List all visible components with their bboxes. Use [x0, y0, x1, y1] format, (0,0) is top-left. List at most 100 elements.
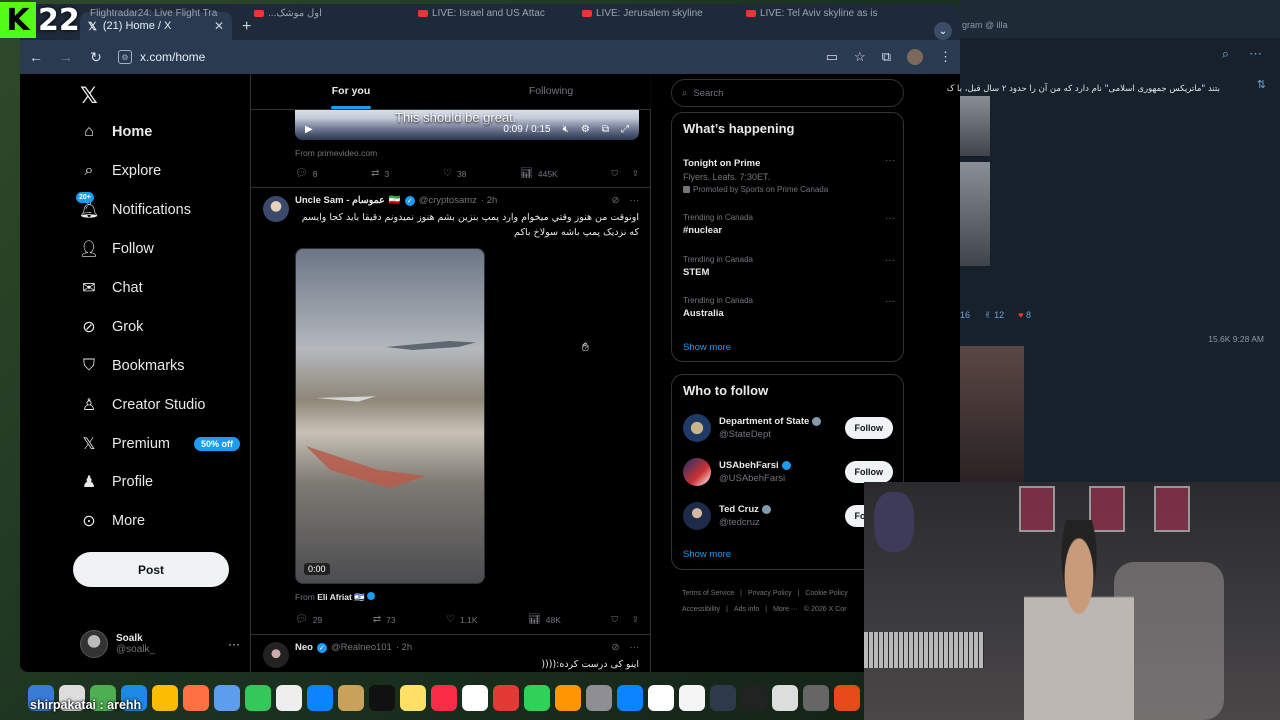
browser-menu-icon[interactable]: ⋮	[939, 49, 952, 65]
pip-icon[interactable]: ⧉	[602, 124, 609, 135]
chrome-icon[interactable]	[152, 685, 178, 711]
background-tab[interactable]: Flightradar24: Live Flight Tra	[90, 8, 240, 19]
app-icon[interactable]	[710, 685, 736, 711]
message-image[interactable]	[960, 162, 990, 266]
message-image[interactable]	[960, 346, 1024, 482]
footer-link[interactable]: Terms of Service	[682, 590, 734, 597]
tab-following[interactable]: Following	[451, 74, 651, 109]
settings-gear-icon[interactable]	[586, 685, 612, 711]
filter-icon[interactable]: ⇅	[1257, 78, 1266, 91]
video-source[interactable]: From primevideo.com	[295, 148, 377, 158]
app-icon[interactable]	[307, 685, 333, 711]
author-handle[interactable]: @Realneo101	[331, 642, 392, 653]
garageband-icon[interactable]	[834, 685, 860, 711]
more-options-icon[interactable]: ···	[885, 155, 895, 166]
calendar-icon[interactable]	[462, 685, 488, 711]
video-player[interactable]: This should be great. ▶ 0:09 / 0:15 🔇︎ ⚙…	[295, 110, 639, 140]
reload-button[interactable]: ↻	[88, 49, 104, 66]
more-options-icon[interactable]: ···	[885, 255, 895, 266]
app-icon[interactable]	[803, 685, 829, 711]
app-icon[interactable]	[741, 685, 767, 711]
nav-home[interactable]: ⌂ Home	[80, 120, 152, 144]
fullscreen-icon[interactable]: ⤢	[621, 124, 629, 135]
background-tab[interactable]: ...ﺍﻭﻝ ﻣﻮﺷﮏ	[254, 8, 404, 19]
more-options-icon[interactable]: ···	[228, 637, 240, 651]
site-info-icon[interactable]: ⚙	[118, 50, 132, 64]
more-options-icon[interactable]: ···	[885, 296, 895, 307]
forward-button[interactable]: →	[58, 49, 74, 65]
play-icon[interactable]: ▶	[305, 124, 313, 135]
nav-premium[interactable]: 𝕏 Premium 50% off	[80, 432, 241, 456]
views-button[interactable]: 📊︎ 445K	[520, 168, 558, 179]
footer-link[interactable]: Cookie Policy	[805, 590, 847, 597]
pages-icon[interactable]	[555, 685, 581, 711]
notes-icon[interactable]	[400, 685, 426, 711]
calendar-icon[interactable]	[679, 685, 705, 711]
search-input[interactable]: ⌕ Search	[671, 79, 904, 107]
author-name[interactable]: Neo	[295, 642, 313, 653]
search-icon[interactable]: ⌕	[1222, 46, 1229, 62]
author-name[interactable]: Uncle Sam - ﻋﻤﻮﺳﺎﻡ	[295, 195, 385, 206]
share-icon[interactable]: ⇪	[632, 168, 639, 179]
numbers-icon[interactable]	[524, 685, 550, 711]
back-button[interactable]: ←	[28, 49, 44, 65]
nav-creator-studio[interactable]: ♙ Creator Studio	[80, 393, 206, 417]
footer-link[interactable]: Accessibility	[682, 606, 720, 613]
bookmark-icon[interactable]: ⛉	[611, 614, 617, 625]
facetime-icon[interactable]	[245, 685, 271, 711]
follow-suggestion[interactable]: USAbehFarsi @USAbehFarsi Follow	[683, 457, 893, 487]
nav-explore[interactable]: ⌕ Explore	[80, 159, 162, 183]
tab-search-button[interactable]: ⌄	[934, 22, 952, 40]
tab-for-you[interactable]: For you	[251, 74, 451, 109]
x-logo-icon[interactable]: 𝕏	[80, 84, 98, 109]
author-handle[interactable]: @cryptosamz	[419, 195, 477, 206]
video-source[interactable]: From Eli Afriat 🇮🇱	[295, 592, 376, 603]
follow-suggestion[interactable]: Department of State @StateDept Follow	[683, 413, 893, 443]
follow-button[interactable]: Follow	[844, 461, 893, 483]
more-options-icon[interactable]: ···	[885, 213, 895, 224]
show-more-link[interactable]: Show more	[683, 342, 731, 353]
repost-button[interactable]: ⇄ 3	[371, 168, 389, 179]
profile-avatar-icon[interactable]	[907, 49, 923, 65]
bookmark-icon[interactable]: ⛉	[611, 168, 617, 179]
nav-follow[interactable]: 👤︎ Follow	[79, 237, 154, 261]
footer-link[interactable]: More ···	[773, 606, 798, 613]
news-icon[interactable]	[493, 685, 519, 711]
contacts-icon[interactable]	[276, 685, 302, 711]
post-button[interactable]: Post	[73, 552, 229, 587]
more-options-icon[interactable]: ⋯	[1249, 46, 1262, 62]
reaction-count[interactable]: 16	[960, 310, 970, 321]
mute-icon[interactable]: 🔇︎	[563, 124, 569, 135]
account-switcher[interactable]: Soalk @soalk_ ···	[80, 630, 240, 658]
nav-chat[interactable]: ✉ Chat	[80, 276, 142, 300]
background-tab[interactable]: LIVE: Tel Aviv skyline as is	[746, 8, 896, 19]
address-bar[interactable]: ⚙ x.com/home	[118, 45, 812, 69]
trend-item[interactable]: Trending in Canada STEM ···	[683, 255, 895, 278]
reply-button[interactable]: 💬︎ 8	[295, 168, 317, 179]
cast-icon[interactable]: ▭	[826, 49, 838, 65]
reaction-count[interactable]: ♥ 8	[1018, 310, 1031, 321]
extensions-icon[interactable]: ⧉	[882, 49, 891, 65]
mail-icon[interactable]	[214, 685, 240, 711]
app-icon[interactable]	[772, 685, 798, 711]
new-tab-button[interactable]: +	[242, 18, 251, 36]
grok-icon[interactable]: ⊘	[612, 195, 620, 206]
reaction-count[interactable]: ✌︎ 12	[984, 310, 1004, 321]
notion-icon[interactable]	[648, 685, 674, 711]
share-icon[interactable]: ⇪	[632, 614, 639, 625]
reply-button[interactable]: 💬︎ 29	[295, 614, 322, 625]
footer-link[interactable]: Ads info	[734, 606, 759, 613]
nav-profile[interactable]: ♟ Profile	[80, 470, 153, 494]
nav-grok[interactable]: ⊘ Grok	[80, 315, 143, 339]
more-options-icon[interactable]: ···	[630, 642, 640, 653]
show-more-link[interactable]: Show more	[683, 549, 731, 560]
follow-suggestion[interactable]: Ted Cruz @tedcruz Follow	[683, 501, 893, 531]
views-button[interactable]: 📊︎ 48K	[528, 614, 561, 625]
grok-icon[interactable]: ⊘	[612, 642, 620, 653]
message-image[interactable]	[960, 96, 990, 156]
photos-icon[interactable]	[183, 685, 209, 711]
repost-button[interactable]: ⇄ 73	[373, 614, 396, 625]
app-icon[interactable]	[338, 685, 364, 711]
tweet-video[interactable]: 0:00	[295, 248, 485, 584]
background-tab[interactable]: LIVE: Jerusalem skyline	[582, 8, 732, 19]
